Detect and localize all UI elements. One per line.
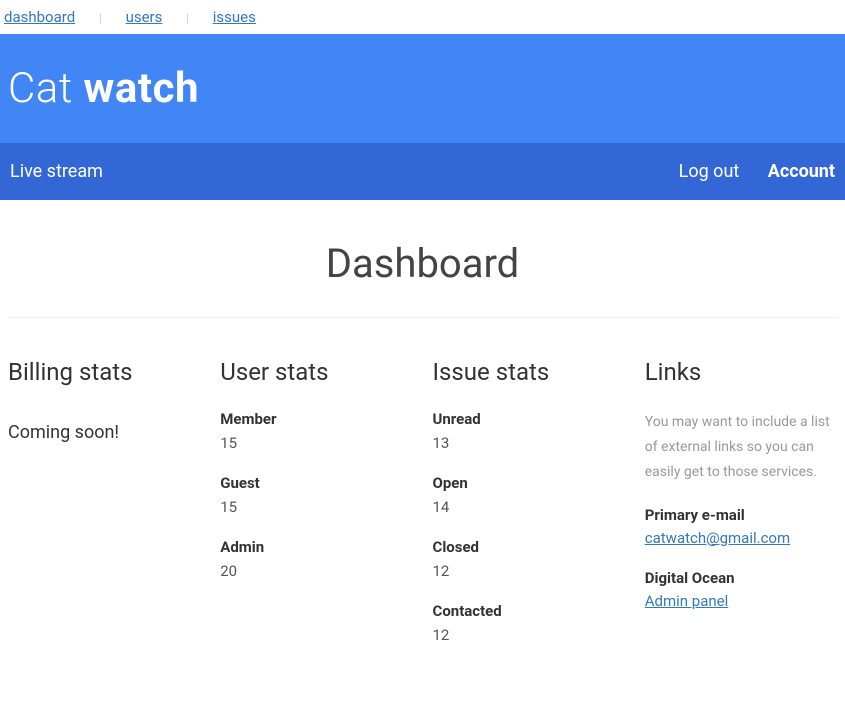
issue-unread-value: 13 bbox=[433, 434, 625, 452]
divider bbox=[8, 317, 837, 318]
nav-link-issues[interactable]: issues bbox=[213, 8, 256, 26]
billing-stats-column: Billing stats Coming soon! bbox=[8, 358, 200, 666]
user-stats-column: User stats Member 15 Guest 15 Admin 20 bbox=[220, 358, 412, 666]
issue-closed-label: Closed bbox=[433, 538, 625, 556]
issue-open-label: Open bbox=[433, 474, 625, 492]
nav-separator: | bbox=[186, 11, 189, 25]
user-member-value: 15 bbox=[220, 434, 412, 452]
billing-coming-soon: Coming soon! bbox=[8, 422, 200, 443]
user-guest-label: Guest bbox=[220, 474, 412, 492]
issue-stats-column: Issue stats Unread 13 Open 14 Closed 12 … bbox=[433, 358, 625, 666]
links-do-link[interactable]: Admin panel bbox=[645, 592, 729, 610]
links-email-label: Primary e-mail bbox=[645, 506, 837, 524]
issue-closed-value: 12 bbox=[433, 562, 625, 580]
user-member-label: Member bbox=[220, 410, 412, 428]
nav-link-users[interactable]: users bbox=[126, 8, 163, 26]
brand-bold: watch bbox=[84, 64, 199, 113]
issue-open-value: 14 bbox=[433, 498, 625, 516]
brand-title: Cat watch bbox=[8, 64, 845, 113]
subnav-account[interactable]: Account bbox=[768, 161, 835, 182]
subnav: Live stream Log out Account bbox=[0, 143, 845, 200]
top-nav: dashboard | users | issues bbox=[0, 0, 845, 34]
issue-stats-heading: Issue stats bbox=[433, 358, 625, 386]
issue-contacted-value: 12 bbox=[433, 626, 625, 644]
header: Cat watch bbox=[0, 34, 845, 143]
user-guest-value: 15 bbox=[220, 498, 412, 516]
issue-contacted-label: Contacted bbox=[433, 602, 625, 620]
user-admin-value: 20 bbox=[220, 562, 412, 580]
links-do-label: Digital Ocean bbox=[645, 569, 837, 587]
issue-unread-label: Unread bbox=[433, 410, 625, 428]
billing-heading: Billing stats bbox=[8, 358, 200, 386]
nav-link-dashboard[interactable]: dashboard bbox=[4, 8, 75, 26]
brand-prefix: Cat bbox=[8, 64, 84, 113]
user-stats-heading: User stats bbox=[220, 358, 412, 386]
subnav-logout[interactable]: Log out bbox=[679, 161, 740, 182]
user-admin-label: Admin bbox=[220, 538, 412, 556]
main-content: Dashboard Billing stats Coming soon! Use… bbox=[0, 240, 845, 666]
dashboard-columns: Billing stats Coming soon! User stats Me… bbox=[8, 358, 837, 666]
nav-separator: | bbox=[99, 11, 102, 25]
links-column: Links You may want to include a list of … bbox=[645, 358, 837, 666]
links-heading: Links bbox=[645, 358, 837, 386]
links-description: You may want to include a list of extern… bbox=[645, 410, 837, 486]
subnav-live-stream[interactable]: Live stream bbox=[10, 161, 103, 182]
links-email-link[interactable]: catwatch@gmail.com bbox=[645, 529, 790, 547]
page-title: Dashboard bbox=[8, 240, 837, 287]
